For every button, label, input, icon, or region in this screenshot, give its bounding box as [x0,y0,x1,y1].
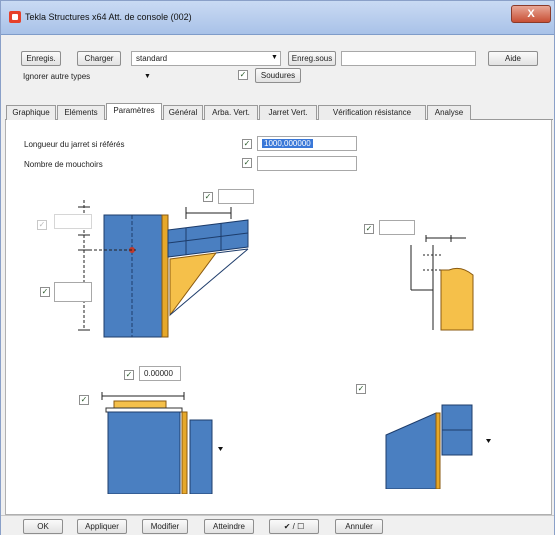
gusset-length-value: 1000,000000 [262,139,313,148]
stiffener-count-label: Nombre de mouchoirs [24,160,103,169]
tab-verification-resistance[interactable]: Vérification résistance [318,105,426,120]
ignore-types-select[interactable]: Ignorer autre types [23,72,90,81]
tab-parametres[interactable]: Paramètres [106,103,162,121]
toggle-all-button[interactable]: ✔ / ☐ [269,519,319,534]
tekla-app-icon [9,11,21,23]
gusset-length-input[interactable]: 1000,000000 [257,136,357,151]
get-button[interactable]: Atteindre [204,519,254,534]
tab-general[interactable]: Général [163,105,203,120]
welds-checkbox[interactable]: ✓ [238,70,248,80]
lower-dim-checkbox[interactable]: ✓ [40,287,50,297]
load-button[interactable]: Charger [77,51,121,66]
ignore-types-value: Ignorer autre types [23,72,91,81]
upper-dim-input[interactable] [54,214,92,229]
save-button[interactable]: Enregis. [21,51,61,66]
middle-dim-input[interactable]: 0.00000 [139,366,181,381]
tab-graphique[interactable]: Graphique [6,105,56,120]
top-dim-input[interactable] [218,189,254,204]
profile-dim-input[interactable] [379,220,415,235]
upper-dim-checkbox[interactable]: ✓ [37,220,47,230]
connection-diagram [78,200,249,338]
cancel-button[interactable]: Annuler [335,519,383,534]
bottom-left-diagram [94,390,228,494]
ok-button[interactable]: OK [23,519,63,534]
bottom-right-checkbox[interactable]: ✓ [356,384,366,394]
dialog-window: Tekla Structures x64 Att. de console (00… [0,0,555,535]
window-title: Tekla Structures x64 Att. de console (00… [25,12,192,22]
welds-button[interactable]: Soudures [255,68,301,83]
top-dim-checkbox[interactable]: ✓ [203,192,213,202]
preset-select[interactable]: standard [131,51,281,66]
tab-bar: Graphique Eléments Paramètres Général Ar… [5,103,553,121]
bottom-left-checkbox[interactable]: ✓ [79,395,89,405]
title-bar[interactable]: Tekla Structures x64 Att. de console (00… [1,1,554,35]
middle-dim-checkbox[interactable]: ✓ [124,370,134,380]
lower-dim-input[interactable] [54,282,92,302]
profile-diagram [410,235,474,331]
chevron-down-icon[interactable]: ▼ [271,54,278,61]
tab-elements[interactable]: Eléments [57,105,105,120]
save-as-input[interactable] [341,51,476,66]
tab-analyse[interactable]: Analyse [427,105,471,120]
tab-jarret-vert[interactable]: Jarret Vert. [259,105,317,120]
help-button[interactable]: Aide [488,51,538,66]
tab-arba-vert[interactable]: Arba. Vert. [204,105,258,120]
preset-select-value: standard [136,54,168,63]
parameters-panel: Longueur du jarret si référés ✓ 1000,000… [5,120,552,515]
dialog-footer: OK Appliquer Modifier Atteindre ✔ / ☐ An… [1,515,554,535]
close-button[interactable]: X [511,5,551,23]
gusset-length-label: Longueur du jarret si référés [24,140,125,149]
stiffener-count-input[interactable] [257,156,357,171]
bottom-right-diagram [376,385,496,489]
profile-dim-checkbox[interactable]: ✓ [364,224,374,234]
stiffener-count-checkbox[interactable]: ✓ [242,158,252,168]
modify-button[interactable]: Modifier [142,519,188,534]
save-as-button[interactable]: Enreg.sous [288,51,336,66]
middle-dim-value: 0.00000 [144,369,173,378]
chevron-down-icon[interactable]: ▼ [144,73,151,80]
apply-button[interactable]: Appliquer [77,519,127,534]
gusset-length-checkbox[interactable]: ✓ [242,139,252,149]
